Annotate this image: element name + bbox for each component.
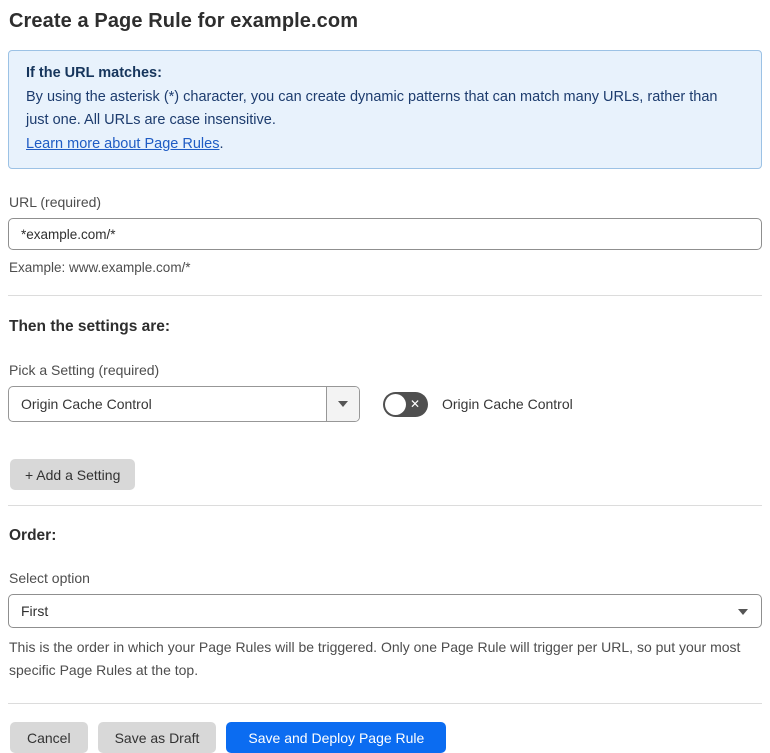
toggle-knob (385, 393, 406, 415)
divider (8, 505, 762, 506)
toggle-off-x-icon: ✕ (410, 397, 421, 411)
cancel-button[interactable]: Cancel (10, 722, 88, 753)
order-select-value: First (21, 603, 49, 619)
setting-select-arrow-button[interactable] (326, 387, 359, 421)
add-setting-button[interactable]: + Add a Setting (10, 459, 136, 490)
chevron-down-icon (338, 401, 348, 407)
order-section-heading: Order: (9, 527, 57, 544)
page-rule-form: Create a Page Rule for example.com If th… (0, 0, 770, 753)
footer-button-row: Cancel Save as Draft Save and Deploy Pag… (10, 722, 762, 753)
save-as-draft-button[interactable]: Save as Draft (97, 722, 217, 753)
url-match-info-box: If the URL matches: By using the asteris… (8, 50, 762, 169)
info-box-heading: If the URL matches: (26, 65, 162, 81)
order-help-text: This is the order in which your Page Rul… (9, 639, 741, 678)
save-and-deploy-button[interactable]: Save and Deploy Page Rule (226, 722, 447, 753)
info-box-link-line: Learn more about Page Rules. (26, 133, 744, 157)
page-title: Create a Page Rule for example.com (9, 10, 359, 32)
pick-setting-label: Pick a Setting (required) (9, 362, 160, 378)
setting-select[interactable]: Origin Cache Control (8, 386, 360, 422)
url-example-text: Example: www.example.com/* (9, 260, 191, 275)
chevron-down-icon (738, 609, 748, 615)
url-label: URL (required) (9, 194, 102, 210)
origin-cache-control-toggle[interactable]: ✕ (383, 391, 428, 417)
info-box-body: By using the asterisk (*) character, you… (26, 88, 718, 129)
setting-row: Origin Cache Control ✕ Origin Cache Cont… (8, 386, 762, 422)
link-period: . (219, 135, 224, 152)
divider (8, 703, 762, 704)
order-select[interactable]: First (8, 594, 762, 628)
setting-select-value: Origin Cache Control (21, 396, 152, 412)
learn-more-link[interactable]: Learn more about Page Rules (26, 136, 219, 152)
order-select-label: Select option (9, 570, 90, 586)
divider (8, 295, 762, 296)
settings-section-heading: Then the settings are: (9, 318, 171, 335)
toggle-label: Origin Cache Control (442, 396, 573, 412)
url-input[interactable] (8, 218, 762, 250)
